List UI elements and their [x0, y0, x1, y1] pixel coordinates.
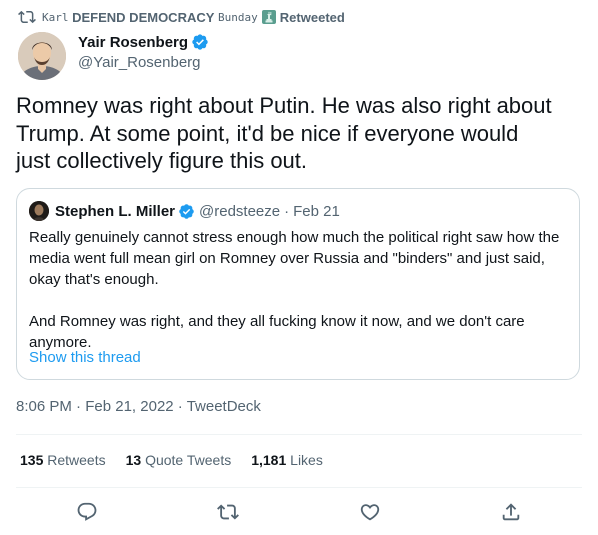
retweet-icon [18, 10, 36, 24]
verified-badge-icon [179, 203, 194, 219]
retweet-action-label: Retweeted [279, 9, 345, 25]
quoted-author-handle[interactable]: @redsteeze [199, 203, 280, 220]
quoted-avatar-portrait-icon [29, 201, 49, 221]
quoted-separator: · [284, 202, 290, 220]
avatar-portrait-icon [18, 32, 66, 80]
quotes-count: 13 [125, 452, 142, 468]
quoted-tweet-body: Really genuinely cannot stress enough ho… [29, 227, 569, 353]
verified-badge-icon [192, 34, 208, 50]
action-bar [16, 498, 582, 526]
statue-of-liberty-icon [261, 10, 276, 24]
quoted-paragraph-1: Really genuinely cannot stress enough ho… [29, 229, 560, 288]
divider [16, 434, 582, 435]
reply-icon [77, 502, 97, 521]
retweeter-name-prefix[interactable]: Karl [42, 11, 69, 24]
tweet-author: Yair Rosenberg @Yair_Rosenberg [18, 32, 209, 80]
engagement-stats: 135 Retweets 13 Quote Tweets 1,181 Likes [20, 452, 343, 468]
quotes-label: Quote Tweets [145, 452, 232, 468]
author-name[interactable]: Yair Rosenberg [78, 34, 188, 51]
quoted-tweet[interactable]: Stephen L. Miller @redsteeze · Feb 21 Re… [16, 188, 580, 380]
quoted-avatar[interactable] [29, 201, 49, 221]
tweet-time[interactable]: 8:06 PM [16, 398, 72, 415]
heart-icon [360, 504, 379, 521]
retweet-button[interactable] [217, 501, 240, 523]
quote-tweets-stat[interactable]: 13 Quote Tweets [126, 452, 232, 468]
show-thread-link[interactable]: Show this thread [29, 349, 141, 366]
retweets-label: Retweets [47, 452, 106, 468]
reply-button[interactable] [76, 501, 98, 523]
like-button[interactable] [359, 501, 381, 523]
meta-separator: · [76, 398, 82, 415]
meta-separator: · [177, 398, 183, 415]
retweeter-name-main[interactable]: DEFEND DEMOCRACY [72, 10, 214, 25]
author-handle[interactable]: @Yair_Rosenberg [78, 54, 209, 71]
likes-count: 1,181 [251, 452, 287, 468]
divider [16, 487, 582, 488]
quoted-author-name[interactable]: Stephen L. Miller [55, 203, 175, 220]
tweet-metadata: 8:06 PM · Feb 21, 2022 · TweetDeck [16, 398, 261, 415]
share-icon [503, 503, 520, 521]
quoted-paragraph-2: And Romney was right, and they all fucki… [29, 313, 525, 351]
quoted-tweet-header: Stephen L. Miller @redsteeze · Feb 21 [29, 201, 340, 221]
tweet-text: Romney was right about Putin. He was als… [16, 93, 552, 174]
avatar[interactable] [18, 32, 66, 80]
quoted-date[interactable]: Feb 21 [293, 203, 340, 220]
likes-label: Likes [290, 452, 323, 468]
share-button[interactable] [500, 501, 522, 523]
retweet-banner: Karl DEFEND DEMOCRACY Bunday Retweeted [18, 8, 345, 26]
retweet-icon [217, 504, 240, 520]
tweet-date[interactable]: Feb 21, 2022 [85, 398, 173, 415]
likes-stat[interactable]: 1,181 Likes [251, 452, 323, 468]
tweet-source[interactable]: TweetDeck [187, 398, 261, 415]
retweeter-name-suffix[interactable]: Bunday [218, 11, 258, 24]
retweets-count: 135 [20, 452, 44, 468]
retweets-stat[interactable]: 135 Retweets [20, 452, 106, 468]
